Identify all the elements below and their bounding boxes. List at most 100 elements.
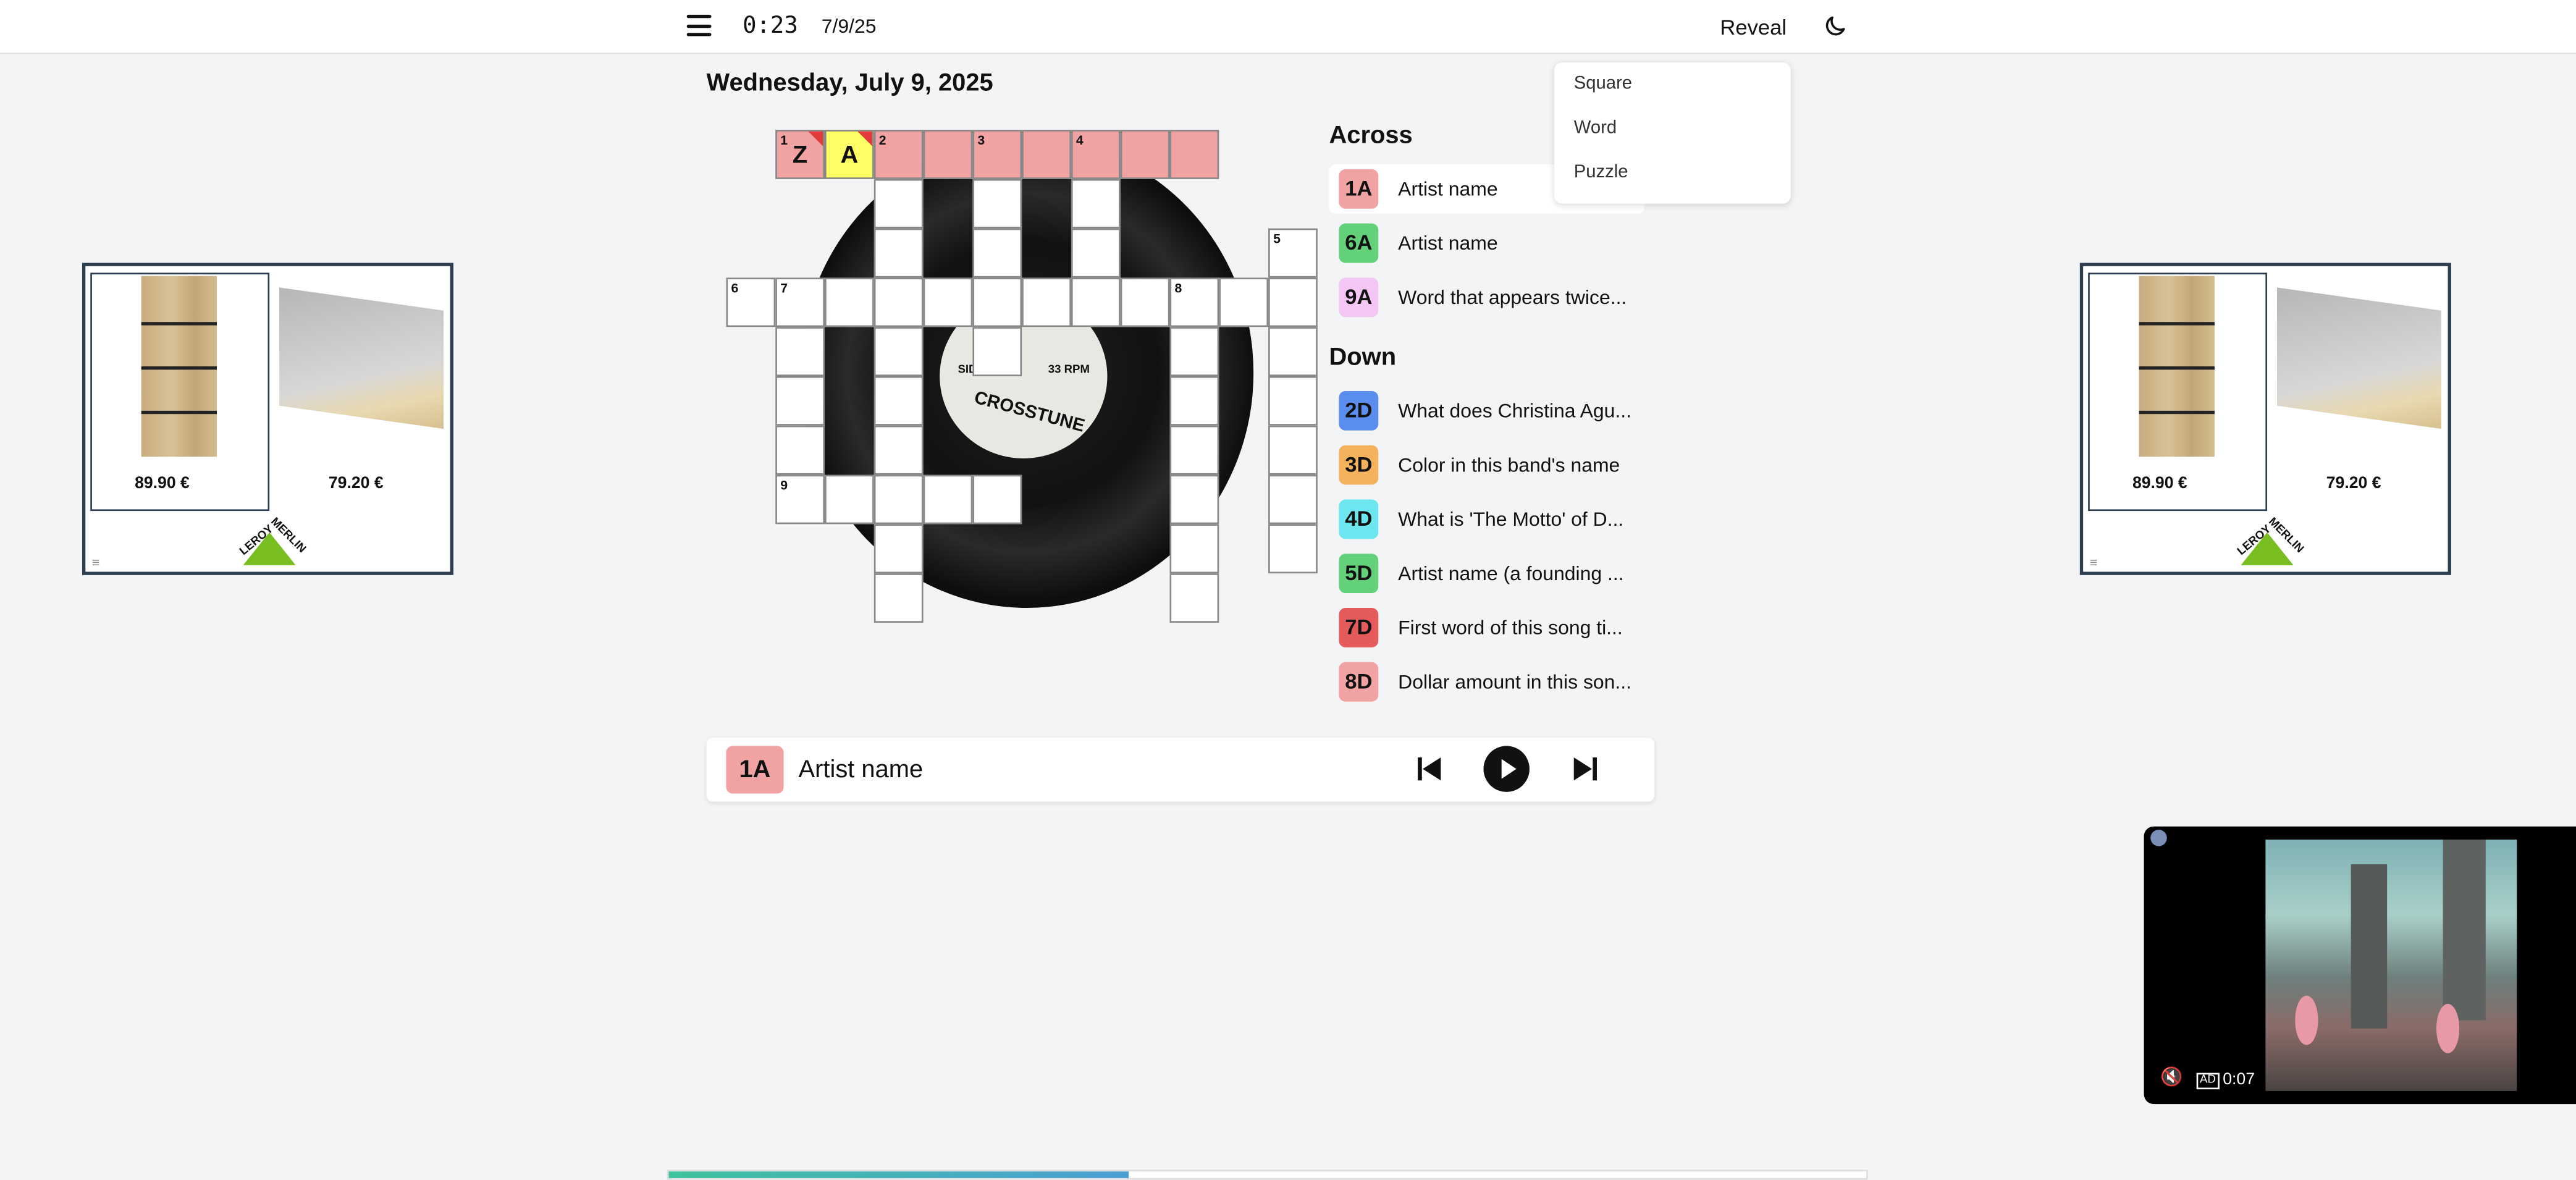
grid-cell[interactable] (1169, 573, 1219, 623)
leroy-merlin-logo: LEROYMERLIN (237, 516, 309, 565)
grid-cell[interactable] (1268, 277, 1318, 327)
grid-cell[interactable] (972, 277, 1022, 327)
menu-icon[interactable] (686, 14, 712, 38)
reveal-square-option[interactable]: Square (1554, 62, 1791, 107)
leroy-merlin-ad-left[interactable]: 89.90 € 79.20 € LEROY MERLIN ≡ (82, 263, 454, 575)
grid-cell[interactable] (1120, 277, 1170, 327)
reveal-puzzle-option[interactable]: Puzzle (1554, 151, 1791, 196)
cell-number: 9 (780, 478, 788, 493)
grid-cell[interactable] (825, 474, 874, 525)
grid-cell[interactable]: 9 (775, 474, 825, 525)
grid-cell[interactable] (873, 376, 924, 426)
cell-number: 6 (731, 280, 739, 296)
clue-item[interactable]: 4D What is 'The Motto' of D... (1329, 494, 1644, 544)
grid-cell[interactable] (873, 474, 924, 525)
grid-cell[interactable]: A (825, 130, 874, 179)
grid-cell[interactable] (873, 228, 924, 278)
grid-cell[interactable]: 7 (775, 277, 825, 327)
price: 89.90 € (135, 474, 190, 493)
price: 79.20 € (2326, 474, 2381, 493)
clue-item[interactable]: 2D What does Christina Agu... (1329, 386, 1644, 436)
cell-number: 4 (1075, 133, 1084, 148)
grid-cell[interactable] (1169, 425, 1219, 475)
play-icon[interactable] (1482, 744, 1531, 794)
cell-number: 2 (878, 133, 886, 148)
mute-icon[interactable]: 🔇 (2160, 1066, 2182, 1088)
grid-cell[interactable] (1120, 130, 1170, 179)
grid-cell[interactable] (923, 277, 973, 327)
grid-cell[interactable] (775, 425, 825, 475)
grid-cell[interactable] (1268, 474, 1318, 525)
cell-number: 5 (1273, 231, 1281, 247)
clue-number-badge: 7D (1339, 607, 1379, 647)
price: 79.20 € (328, 474, 384, 493)
clue-player: 1A Artist name (706, 738, 1655, 802)
grid-cell[interactable] (1071, 179, 1121, 229)
grid-cell[interactable] (1169, 376, 1219, 426)
next-clue-icon[interactable] (1560, 744, 1610, 794)
clue-item[interactable]: 5D Artist name (a founding ... (1329, 549, 1644, 598)
cell-number: 3 (977, 133, 985, 148)
grid-cell[interactable] (1268, 425, 1318, 475)
grid-cell[interactable]: 1Z (775, 130, 825, 179)
grid-cell[interactable] (1169, 524, 1219, 574)
clue-text: What does Christina Agu... (1398, 399, 1632, 423)
grid-cell[interactable] (1169, 474, 1219, 525)
dark-mode-moon-icon[interactable] (1822, 13, 1848, 40)
grid-cell[interactable] (1268, 327, 1318, 377)
grid-cell[interactable]: 6 (726, 277, 776, 327)
grid-cell[interactable] (1268, 376, 1318, 426)
reveal-button[interactable]: Reveal (1720, 15, 1787, 40)
grid-cell[interactable]: 2 (873, 130, 924, 179)
clue-number-badge: 4D (1339, 499, 1379, 539)
grid-cell[interactable] (1022, 130, 1071, 179)
grid-cell[interactable] (825, 277, 874, 327)
grid-cell[interactable] (873, 524, 924, 574)
grid-cell[interactable]: 5 (1268, 228, 1318, 278)
grid-cell[interactable] (1071, 228, 1121, 278)
clue-item[interactable]: 3D Color in this band's name (1329, 440, 1644, 490)
grid-cell[interactable] (972, 474, 1022, 525)
video-time: 0:07 (2223, 1071, 2255, 1090)
insulation-panel-image (2276, 287, 2441, 429)
grid-cell[interactable] (775, 327, 825, 377)
grid-cell[interactable] (775, 376, 825, 426)
grid-cell[interactable] (873, 573, 924, 623)
leroy-merlin-ad-right[interactable]: 89.90 € 79.20 € LEROY MERLIN ≡ (2079, 263, 2451, 575)
clue-item[interactable]: 8D Dollar amount in this son... (1329, 657, 1644, 707)
grid-cell[interactable] (972, 179, 1022, 229)
grid-cell[interactable] (1071, 277, 1121, 327)
bottom-banner[interactable] (667, 1169, 1868, 1180)
grid-cell[interactable] (923, 474, 973, 525)
grid-cell[interactable] (972, 228, 1022, 278)
clue-item[interactable]: 6A Artist name (1329, 219, 1644, 268)
grid-cell[interactable] (873, 179, 924, 229)
grid-cell[interactable] (873, 277, 924, 327)
previous-clue-icon[interactable] (1405, 744, 1454, 794)
grid-cell[interactable] (1169, 327, 1219, 377)
grid-cell[interactable] (923, 130, 973, 179)
grid-cell[interactable] (1268, 524, 1318, 574)
ad-menu-icon[interactable]: ≡ (2090, 555, 2097, 570)
grid-cell[interactable] (1169, 130, 1219, 179)
reveal-word-option[interactable]: Word (1554, 107, 1791, 151)
grid-cell[interactable] (873, 327, 924, 377)
clue-text: Word that appears twice... (1398, 285, 1627, 309)
clue-item[interactable]: 7D First word of this song ti... (1329, 603, 1644, 652)
clue-number-badge: 8D (1339, 662, 1379, 702)
clue-number-badge: 2D (1339, 390, 1379, 431)
incorrect-marker (857, 131, 873, 146)
grid-cell[interactable] (972, 327, 1022, 377)
leroy-merlin-logo: LEROYMERLIN (2234, 516, 2307, 565)
ad-menu-icon[interactable]: ≡ (92, 555, 99, 570)
grid-cell[interactable]: 8 (1169, 277, 1219, 327)
grid-cell[interactable] (873, 425, 924, 475)
video-ad-player[interactable]: 🔇 AD 0:07 (2144, 826, 2576, 1105)
grid-cell[interactable] (1219, 277, 1269, 327)
clue-item[interactable]: 9A Word that appears twice... (1329, 272, 1644, 322)
clue-text: First word of this song ti... (1398, 616, 1623, 639)
grid-cell[interactable]: 4 (1071, 130, 1121, 179)
grid-cell[interactable] (1022, 277, 1071, 327)
info-icon[interactable] (2150, 830, 2167, 846)
grid-cell[interactable]: 3 (972, 130, 1022, 179)
